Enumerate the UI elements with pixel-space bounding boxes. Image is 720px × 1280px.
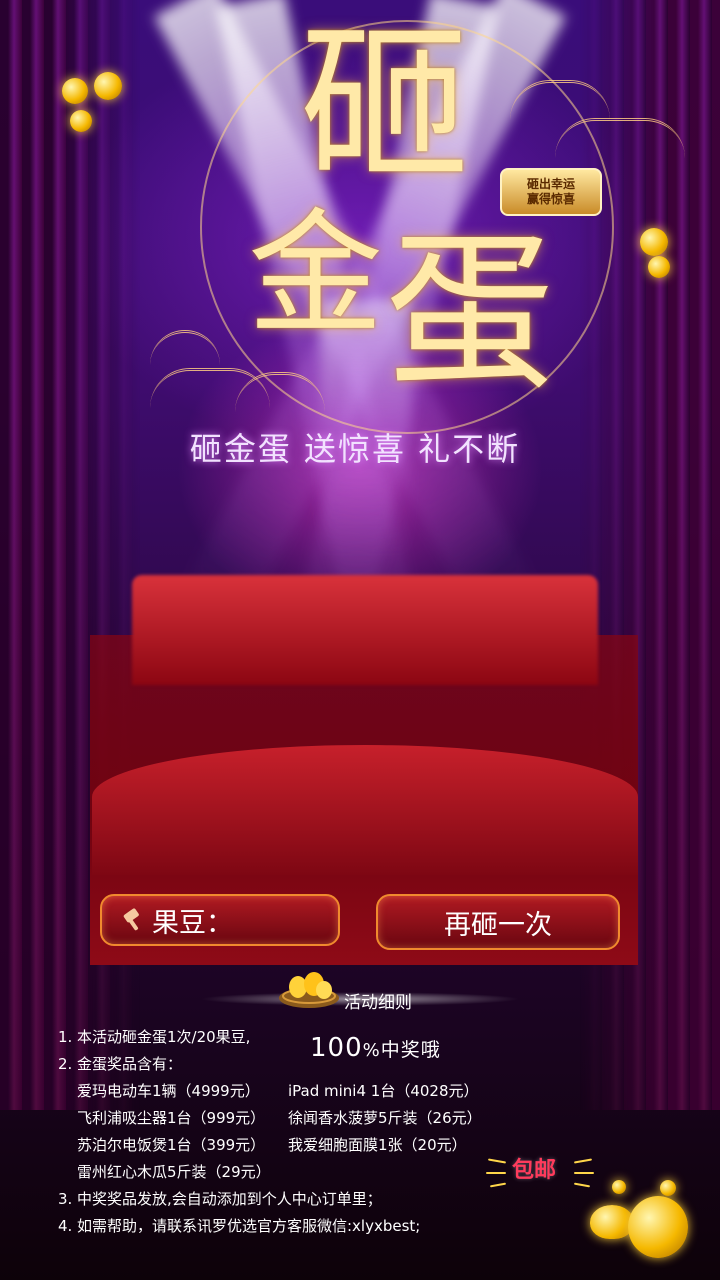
cloud-ornament	[555, 118, 685, 161]
rule-text: 中奖奖品发放,会自动添加到个人中心订单里；	[77, 1190, 382, 1208]
hammer-icon	[123, 908, 139, 931]
rule-item: 4. 如需帮助，请联系讯罗优选官方客服微信:xlyxbest;	[58, 1213, 618, 1240]
title-char-jin: 金	[248, 196, 383, 353]
rule-number: 2.	[58, 1055, 73, 1073]
rule-text: 如需帮助，请联系讯罗优选官方客服微信:xlyxbest;	[77, 1217, 421, 1235]
title-tag-line2: 赢得惊喜	[526, 192, 575, 206]
smash-again-button[interactable]: 再砸一次	[376, 894, 620, 950]
rule-number: 3.	[58, 1190, 73, 1208]
box-lid	[132, 575, 598, 685]
prize-row: 飞利浦吸尘器1台（999元） 徐闻香水菠萝5斤装（26元）	[58, 1105, 618, 1132]
coin-icon	[70, 110, 92, 132]
rules-list: 1. 本活动砸金蛋1次/20果豆, 2. 金蛋奖品含有： 爱玛电动车1辆（4999元…	[58, 1024, 618, 1240]
gold-egg-icon	[628, 1196, 688, 1258]
title-tag-line1: 砸出幸运	[526, 177, 575, 191]
title-block: 砸 金 蛋 砸出幸运 赢得惊喜	[0, 0, 720, 480]
cloud-ornament	[150, 330, 220, 373]
title-char-za: 砸	[300, 7, 471, 205]
dou-label: 果豆：	[152, 907, 233, 939]
coin-icon	[648, 256, 670, 278]
prize-item: 我爱细胞面膜1张（20元）	[288, 1136, 467, 1154]
box-drape	[92, 745, 638, 875]
coin-icon	[94, 72, 122, 100]
subtitle: 砸金蛋 送惊喜 礼不断	[189, 430, 521, 468]
prize-item: iPad mini4 1台（4028元）	[288, 1082, 479, 1100]
dou-balance-button[interactable]: 果豆：	[100, 894, 340, 946]
title-tag: 砸出幸运 赢得惊喜	[500, 168, 602, 216]
rule-item: 1. 本活动砸金蛋1次/20果豆,	[58, 1024, 618, 1051]
prize-item: 爱玛电动车1辆（4999元）	[77, 1082, 260, 1100]
spark-line	[486, 1172, 506, 1174]
title-char-dan: 蛋	[385, 215, 556, 413]
prize-item: 雷州红心木瓜5斤装（29元）	[77, 1163, 271, 1181]
rule-number: 4.	[58, 1217, 73, 1235]
coin-icon	[62, 78, 88, 104]
rule-number: 1.	[58, 1028, 73, 1046]
prize-item: 飞利浦吸尘器1台（999元）	[77, 1109, 266, 1127]
rule-item: 3. 中奖奖品发放,会自动添加到个人中心订单里；	[58, 1186, 618, 1213]
free-shipping-label: 包邮	[512, 1158, 557, 1183]
coin-icon	[640, 228, 668, 256]
golden-egg-nest-icon	[279, 972, 339, 1008]
prize-item: 苏泊尔电饭煲1台（399元）	[77, 1136, 266, 1154]
coin-icon	[660, 1180, 676, 1196]
rule-text: 本活动砸金蛋1次/20果豆,	[77, 1028, 251, 1046]
rule-item: 2. 金蛋奖品含有：	[58, 1051, 618, 1078]
rules-heading: 活动细则	[344, 993, 412, 1013]
rule-text: 金蛋奖品含有：	[77, 1055, 183, 1073]
coin-icon	[612, 1180, 626, 1194]
prize-row: 爱玛电动车1辆（4999元） iPad mini4 1台（4028元）	[58, 1078, 618, 1105]
spark-line	[574, 1172, 594, 1174]
stage-background: 砸 金 蛋 砸出幸运 赢得惊喜 砸金蛋 送惊喜 礼不断 果豆： 再砸一次 活动细…	[0, 0, 720, 1280]
prize-item: 徐闻香水菠萝5斤装（26元）	[288, 1109, 482, 1127]
